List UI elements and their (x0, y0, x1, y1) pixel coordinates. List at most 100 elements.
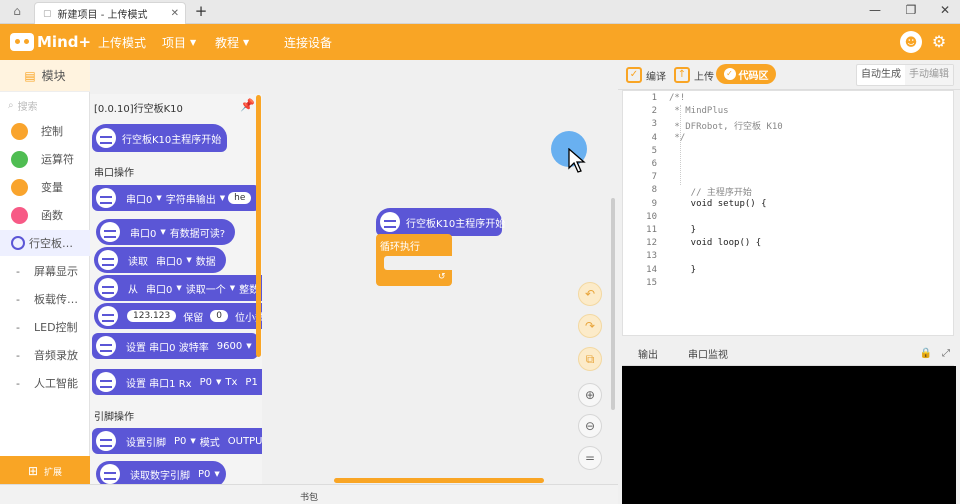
sub-category-label: 屏幕显示 (33, 265, 78, 278)
block-read-digital-pin[interactable]: 读取数字引脚 P0 ▼ (96, 461, 226, 484)
settings-gear-icon[interactable]: ⚙ (928, 31, 950, 53)
menu-tutorial[interactable]: 教程 ▼ (215, 34, 249, 51)
block-dropdown[interactable]: P0 (174, 436, 186, 447)
category-device[interactable]: 行空板… (0, 230, 90, 256)
blocks-tab[interactable]: ▤ 模块 (0, 60, 90, 92)
block-set-pin-mode[interactable]: 设置引脚 P0▼ 模式 OUTPUT (92, 428, 262, 454)
home-icon[interactable]: ⌂ (8, 4, 26, 20)
manual-edit-tab[interactable]: 手动编辑 (905, 65, 953, 85)
project-tab[interactable]: ▢ 新建项目 - 上传模式 ✕ (34, 2, 186, 24)
k10-icon (100, 222, 120, 242)
loop-forever-block[interactable]: 循环执行 ↺ (376, 234, 452, 286)
block-dropdown[interactable]: 串口0 (146, 281, 172, 296)
restore-icon[interactable]: ❐ (902, 3, 920, 21)
code-area-tab[interactable]: ✓ 代码区 (716, 64, 776, 84)
k10-icon (96, 336, 116, 356)
block-round-decimal[interactable]: 123.123 保留 0 位小数 (94, 303, 262, 329)
category-dot (11, 178, 28, 196)
block-serial-available[interactable]: 串口0 ▼ 有数据可读? (96, 219, 236, 245)
menu-upload-mode[interactable]: 上传模式 (98, 34, 146, 51)
code-line: /*! (669, 93, 686, 103)
lock-icon[interactable]: 🔒 (920, 348, 932, 359)
block-set-serial-pins[interactable]: 设置 串口1 Rx P0▼ Tx P1▼ (92, 369, 262, 395)
block-dropdown[interactable]: P0 (200, 377, 212, 388)
block-serial-print[interactable]: 串口0 ▼ 字符串输出 ▼ he (92, 185, 261, 211)
menu-connect-device[interactable]: 连接设备 (284, 34, 332, 51)
blocks-tab-label: 模块 (41, 69, 66, 83)
loop-slot (384, 256, 452, 270)
sub-category-label: LED控制 (33, 321, 78, 334)
close-tab-icon[interactable]: ✕ (171, 8, 179, 19)
line-number: 1 (651, 93, 657, 103)
line-number: 14 (646, 264, 657, 275)
expand-icon[interactable]: ⤢ (942, 348, 950, 359)
loop-label: 循环执行 (380, 242, 420, 253)
menu-label: 教程 (215, 36, 240, 50)
section-serial: 串口操作 (94, 168, 134, 179)
sub-category[interactable]: - 音频录放 (0, 342, 90, 368)
block-input[interactable]: 0 (210, 310, 228, 322)
cleanup-icon[interactable]: ⧉ (578, 347, 602, 371)
block-dropdown[interactable]: 9600 (217, 341, 242, 352)
code-editor[interactable]: 1 2 3 4 5 6 7 8 9 10 11 12 13 14 15 /*! * MindPlus * D… (622, 90, 954, 336)
category-variables[interactable]: 变量 (0, 174, 90, 200)
block-text: 设置 串口0 波特率 (126, 342, 209, 354)
k10-icon (96, 128, 116, 148)
undo-icon[interactable]: ↶ (578, 282, 602, 306)
sub-category[interactable]: - 屏幕显示 (0, 258, 90, 284)
tab-serial-monitor[interactable]: 串口监视 (688, 346, 728, 361)
category-operators[interactable]: 运算符 (0, 146, 90, 172)
project-tab-label: 新建项目 - 上传模式 (57, 10, 148, 21)
block-dropdown[interactable]: 串口0 (126, 191, 152, 206)
block-serial-parse[interactable]: 从 串口0▼ 读取一个▼ 整数▼ (94, 275, 262, 301)
window-close-icon[interactable]: ✕ (936, 3, 954, 21)
workspace-main-block[interactable]: 行空板K10主程序开始 (376, 208, 505, 236)
extension-icon: ⊞ (27, 464, 39, 478)
block-dropdown[interactable]: 串口0 (130, 225, 156, 240)
block-dropdown[interactable]: P1 (245, 377, 257, 388)
sub-category[interactable]: - 板载传… (0, 286, 90, 312)
menu-project[interactable]: 项目 ▼ (162, 34, 196, 51)
code-line: } (669, 264, 697, 275)
block-palette: [0.0.10]行空板K10 📌 行空板K10主程序开始 串口操作 串口0 ▼ 字… (90, 94, 262, 484)
block-input[interactable]: 123.123 (127, 310, 177, 322)
redo-icon[interactable]: ↷ (578, 314, 602, 338)
extension-button[interactable]: ⊞ 扩展 (0, 456, 90, 486)
auto-generate-tab[interactable]: 自动生成 (857, 65, 905, 85)
zoom-in-icon[interactable]: ⊕ (578, 383, 602, 407)
code-icon: ✓ (723, 68, 736, 80)
workspace-scrollbar-vertical[interactable] (611, 198, 615, 410)
user-avatar-icon[interactable]: ☻ (900, 31, 922, 53)
block-dropdown[interactable]: P0 (198, 469, 210, 480)
output-tabs: 输出 串口监视 🔒 ⤢ (622, 342, 954, 366)
category-control[interactable]: 控制 (0, 118, 90, 144)
zoom-reset-icon[interactable]: = (578, 446, 602, 470)
output-console[interactable] (622, 366, 956, 504)
backpack-bar[interactable]: 书包 (0, 484, 618, 504)
zoom-out-icon[interactable]: ⊖ (578, 414, 602, 438)
new-tab-button[interactable]: + (192, 2, 210, 22)
minimize-icon[interactable]: — (866, 3, 884, 21)
tab-output[interactable]: 输出 (638, 346, 658, 361)
block-serial-read[interactable]: 读取 串口0 ▼ 数据 (94, 247, 226, 273)
block-dropdown[interactable]: OUTPUT (228, 436, 262, 447)
sub-category[interactable]: - 人工智能 (0, 370, 90, 396)
block-main-start[interactable]: 行空板K10主程序开始 (92, 124, 228, 152)
upload-button[interactable]: ↑ 上传 (674, 63, 714, 87)
block-dropdown[interactable]: 字符串输出 (166, 191, 216, 206)
palette-scrollbar[interactable] (256, 95, 261, 357)
block-dropdown[interactable]: 读取一个 (186, 281, 226, 296)
block-input[interactable]: he (228, 192, 252, 204)
category-functions[interactable]: 函数 (0, 202, 90, 228)
sub-category[interactable]: - LED控制 (0, 314, 90, 340)
block-text: 设置引脚 (126, 437, 166, 449)
workspace-scrollbar-horizontal[interactable] (334, 478, 544, 483)
block-set-baud[interactable]: 设置 串口0 波特率 9600 ▼ (92, 333, 258, 359)
code-line: } (669, 225, 697, 235)
section-pins: 引脚操作 (94, 412, 134, 423)
category-search[interactable]: ⌕ 搜索 (8, 96, 82, 114)
line-number: 15 (646, 277, 657, 288)
block-dropdown[interactable]: 串口0 (156, 253, 182, 268)
pin-icon[interactable]: 📌 (240, 98, 255, 112)
compile-button[interactable]: ✓ 编译 (626, 63, 666, 87)
